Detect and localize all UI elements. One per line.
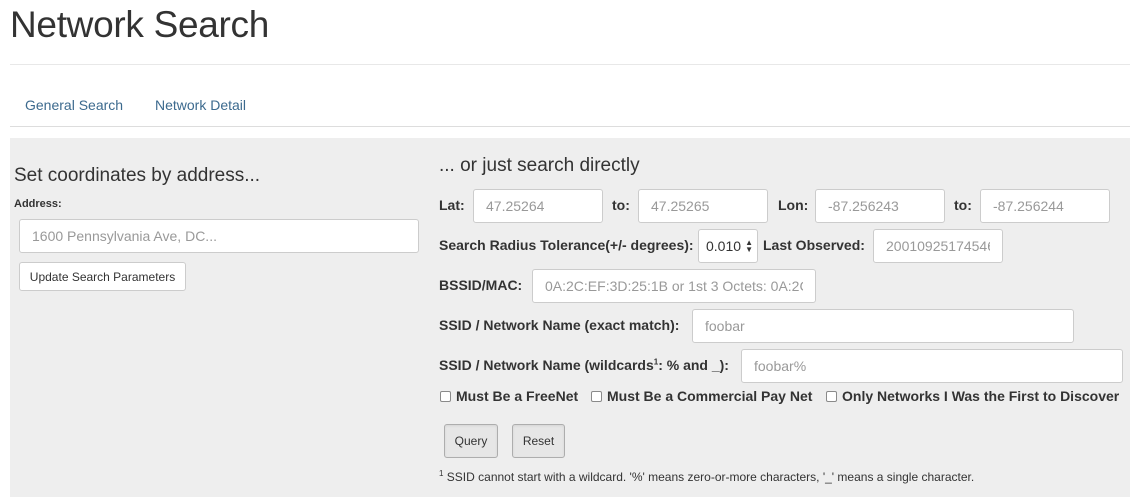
commercial-pay-checkbox-label: Must Be a Commercial Pay Net <box>607 388 813 404</box>
footnote-text: SSID cannot start with a wildcard. '%' m… <box>446 470 975 484</box>
ssid-wildcard-label-pre: SSID / Network Name (wildcards <box>439 357 654 373</box>
lon-from-input[interactable] <box>815 189 945 223</box>
tab-general-search[interactable]: General Search <box>25 97 123 113</box>
bssid-label: BSSID/MAC: <box>439 277 523 293</box>
reset-button[interactable]: Reset <box>512 424 565 458</box>
tab-bar: General Search Network Detail <box>10 86 1130 127</box>
tab-network-detail[interactable]: Network Detail <box>155 97 246 113</box>
address-input[interactable] <box>19 219 419 253</box>
freenet-checkbox-option[interactable]: Must Be a FreeNet <box>440 388 578 404</box>
lat-label: Lat: <box>439 197 465 213</box>
freenet-checkbox-label: Must Be a FreeNet <box>456 388 579 404</box>
address-label: Address: <box>14 198 62 210</box>
page-title: Network Search <box>10 4 270 45</box>
first-discover-checkbox[interactable] <box>826 390 837 402</box>
stepper-arrows-icon: ▲ ▼ <box>745 238 753 254</box>
lat-to-label: to: <box>612 197 630 213</box>
query-button[interactable]: Query <box>444 424 498 458</box>
wildcard-footnote: 1 SSID cannot start with a wildcard. '%'… <box>439 469 974 484</box>
lat-from-input[interactable] <box>473 189 603 223</box>
freenet-checkbox[interactable] <box>440 390 451 402</box>
lon-label: Lon: <box>778 197 809 213</box>
footnote-marker: 1 <box>439 469 444 478</box>
last-observed-label: Last Observed: <box>763 237 865 253</box>
radius-select[interactable]: 0.010 ▲ ▼ <box>698 229 758 263</box>
direct-search-heading: ... or just search directly <box>439 155 640 176</box>
lat-to-input[interactable] <box>638 189 768 223</box>
first-discover-checkbox-option[interactable]: Only Networks I Was the First to Discove… <box>826 388 1119 404</box>
lon-to-input[interactable] <box>980 189 1110 223</box>
last-observed-input[interactable] <box>873 229 1003 263</box>
ssid-exact-input[interactable] <box>692 309 1074 343</box>
ssid-exact-label: SSID / Network Name (exact match): <box>439 317 680 333</box>
update-search-parameters-button[interactable]: Update Search Parameters <box>19 262 186 291</box>
ssid-wildcard-label-post: : % and _): <box>658 357 729 373</box>
title-divider <box>10 64 1130 65</box>
ssid-wildcard-input[interactable] <box>741 349 1123 383</box>
first-discover-checkbox-label: Only Networks I Was the First to Discove… <box>842 388 1120 404</box>
bssid-input[interactable] <box>532 269 816 303</box>
ssid-wildcard-label: SSID / Network Name (wildcards1: % and _… <box>439 357 729 373</box>
commercial-pay-checkbox[interactable] <box>591 390 602 402</box>
lon-to-label: to: <box>954 197 972 213</box>
commercial-pay-checkbox-option[interactable]: Must Be a Commercial Pay Net <box>591 388 812 404</box>
address-section-heading: Set coordinates by address... <box>14 165 261 186</box>
radius-value: 0.010 <box>706 238 742 254</box>
radius-label: Search Radius Tolerance(+/- degrees): <box>439 237 694 253</box>
